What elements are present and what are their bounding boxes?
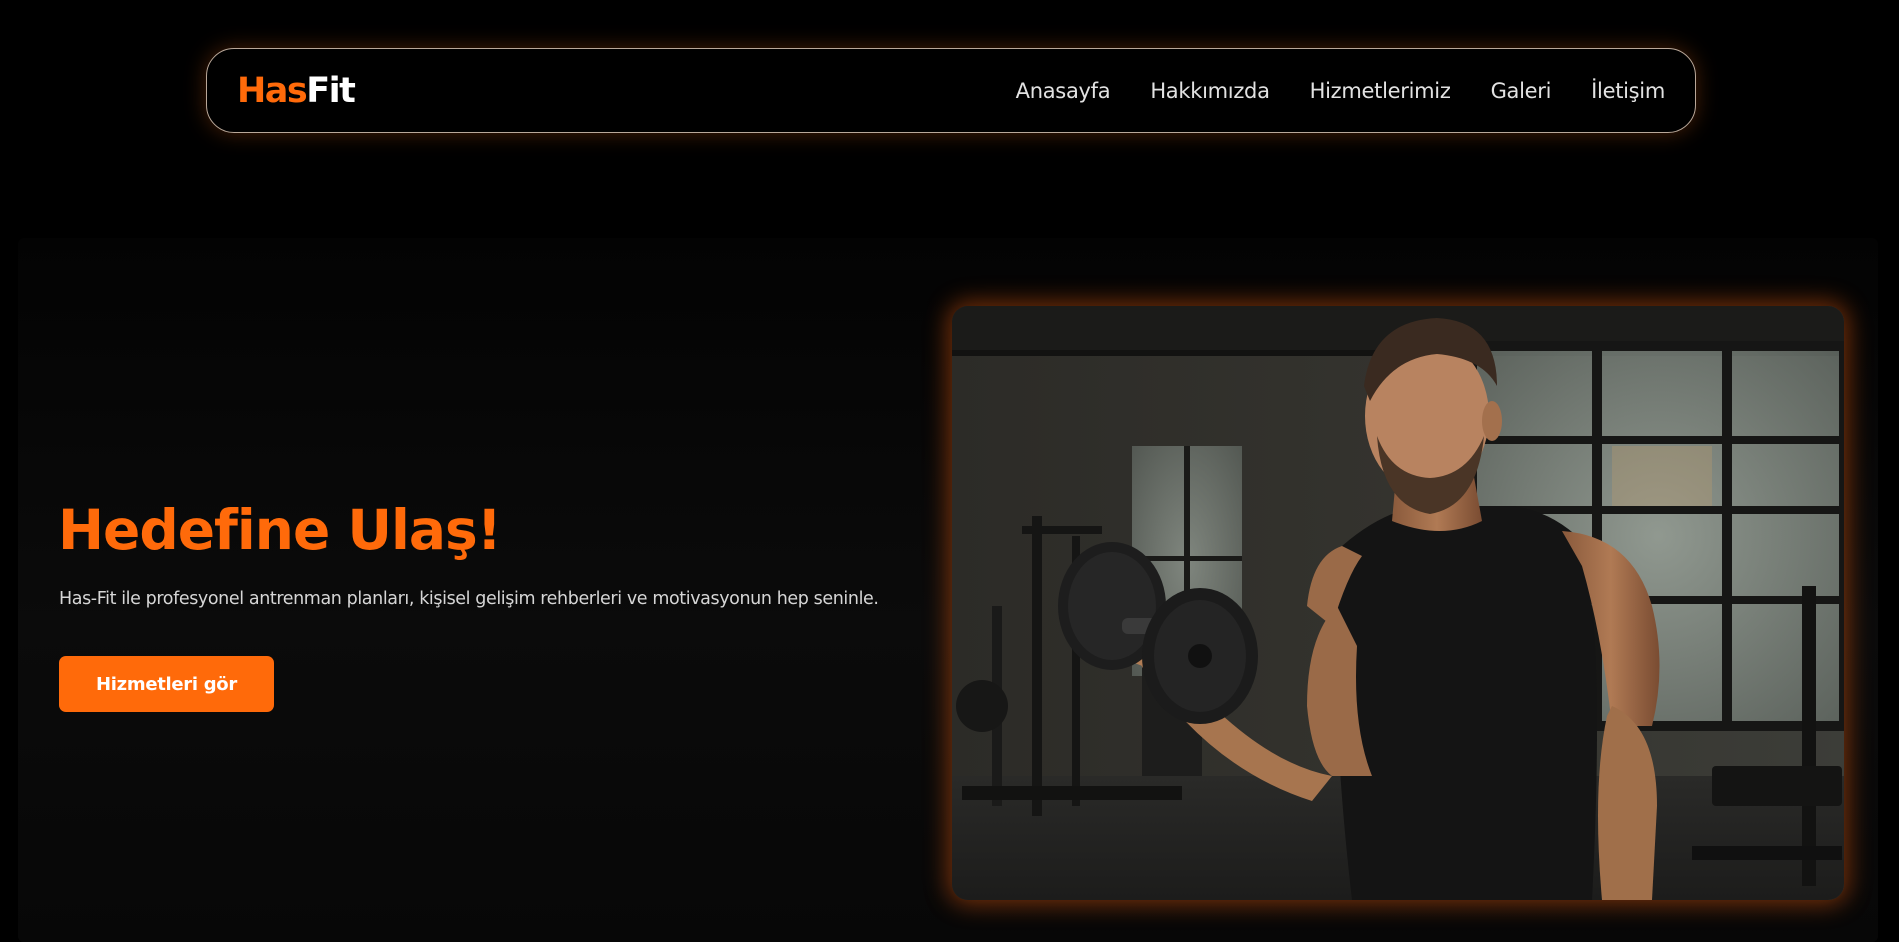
logo-has: Has	[237, 70, 308, 111]
nav-link-anasayfa[interactable]: Anasayfa	[1016, 79, 1111, 103]
nav-link-iletisim[interactable]: İletişim	[1591, 79, 1665, 103]
hero-title: Hedefine Ulaş!	[58, 498, 502, 562]
services-button[interactable]: Hizmetleri gör	[59, 656, 274, 712]
logo-fit: Fit	[306, 70, 356, 111]
nav-link-hizmetlerimiz[interactable]: Hizmetlerimiz	[1310, 79, 1451, 103]
gym-man-dumbbell-photo	[952, 306, 1844, 900]
logo[interactable]: HasFit	[237, 70, 356, 111]
nav-link-galeri[interactable]: Galeri	[1491, 79, 1552, 103]
nav-links: Anasayfa Hakkımızda Hizmetlerimiz Galeri…	[1016, 79, 1666, 103]
hero-image	[952, 306, 1844, 900]
navbar: HasFit Anasayfa Hakkımızda Hizmetlerimiz…	[206, 48, 1696, 133]
hero-description: Has-Fit ile profesyonel antrenman planla…	[59, 589, 879, 609]
nav-link-hakkimizda[interactable]: Hakkımızda	[1150, 79, 1270, 103]
